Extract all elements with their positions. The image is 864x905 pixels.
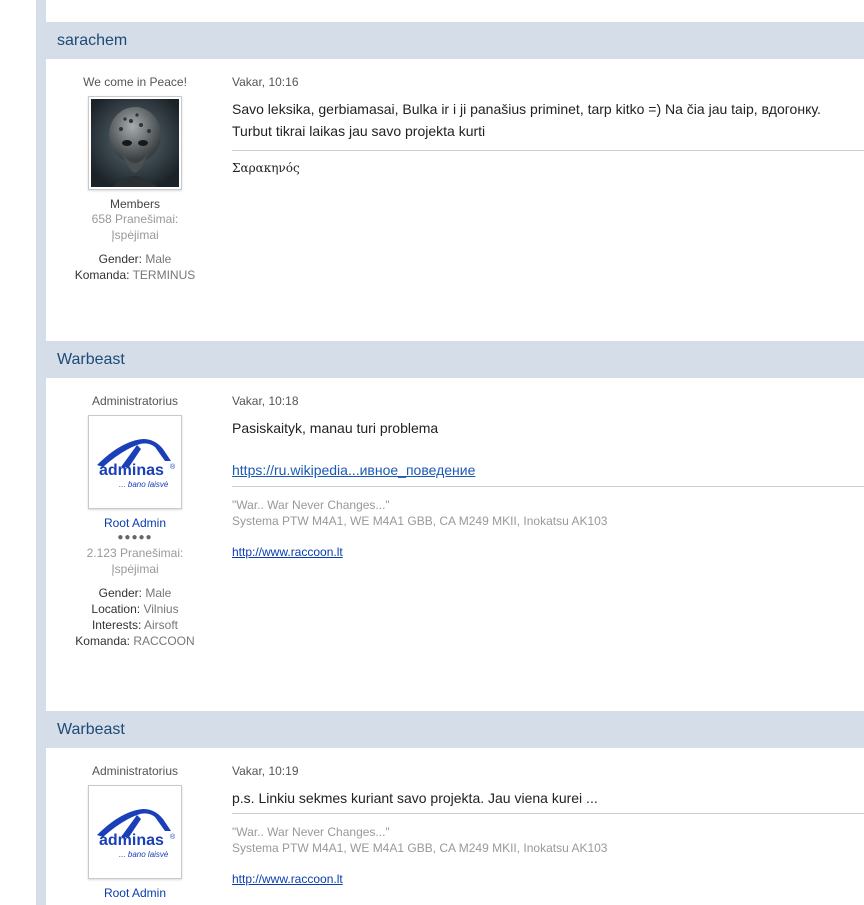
post-text: Pasiskaityk, manau turi problema xyxy=(232,420,439,436)
svg-text:®: ® xyxy=(170,463,176,471)
signature-gear: Systema PTW M4A1, WE M4A1 GBB, CA M249 M… xyxy=(232,514,608,528)
profile-field-gender: Gender: Male xyxy=(98,586,172,600)
avatar[interactable]: adminas ® ... bano laisvė xyxy=(88,415,182,509)
signature: Σαρακηνός xyxy=(232,150,864,175)
post-count: 658 Pranešimai: xyxy=(91,212,179,226)
adminas-logo-icon: adminas ® ... bano laisvė xyxy=(97,809,176,859)
left-border xyxy=(36,0,46,905)
signature: "War.. War Never Changes..." Systema PTW… xyxy=(232,486,864,559)
post: Warbeast Administratorius adminas ® ... … xyxy=(46,341,864,648)
post-content: Vakar, 10:16 Savo leksika, gerbiamasai, … xyxy=(232,59,864,175)
signature-quote: "War.. War Never Changes..." xyxy=(232,825,390,839)
profile-field-location: Location: Vilnius xyxy=(91,602,179,616)
post: Warbeast Administratorius adminas ® ... … xyxy=(46,711,864,900)
member-group: Members xyxy=(109,197,160,211)
post-header: sarachem xyxy=(46,22,864,59)
signature-text: Σαρακηνός xyxy=(232,161,300,175)
post: sarachem We come in Peace! Members 658 P… xyxy=(46,22,864,282)
svg-text:... bano laisvė: ... bano laisvė xyxy=(119,850,169,859)
adminas-logo-icon: adminas ® ... bano laisvė xyxy=(97,439,176,489)
post-count: 2.123 Pranešimai: xyxy=(86,546,184,560)
profile-field-interests: Interests: Airsoft xyxy=(91,618,179,632)
signature-gear: Systema PTW M4A1, WE M4A1 GBB, CA M249 M… xyxy=(232,841,608,855)
signature: "War.. War Never Changes..." Systema PTW… xyxy=(232,813,864,886)
author-info: Administratorius adminas ® ... bano lais… xyxy=(46,748,224,900)
post-text: Savo leksika, gerbiamasai, Bulka ir i ji… xyxy=(232,101,821,139)
topic-posts: sarachem We come in Peace! Members 658 P… xyxy=(46,0,864,905)
rank-pips: ●●●●● xyxy=(117,532,153,543)
post-date[interactable]: Vakar, 10:19 xyxy=(232,764,864,778)
member-title: Administratorius xyxy=(91,394,179,408)
member-title: Administratorius xyxy=(91,764,179,778)
svg-text:®: ® xyxy=(170,833,176,841)
author-name-link[interactable]: Warbeast xyxy=(57,351,125,369)
post-content: Vakar, 10:18 Pasiskaityk, manau turi pro… xyxy=(232,378,864,559)
post-content: Vakar, 10:19 p.s. Linkiu sekmes kuriant … xyxy=(232,748,864,886)
signature-quote: "War.. War Never Changes..." xyxy=(232,498,390,512)
signature-link[interactable]: http://www.raccoon.lt xyxy=(232,545,343,559)
signature-link[interactable]: http://www.raccoon.lt xyxy=(232,872,343,886)
author-name-link[interactable]: Warbeast xyxy=(57,721,125,739)
profile-field-gender: Gender: Male xyxy=(98,252,172,266)
alien-avatar-image xyxy=(91,99,179,187)
member-group: Root Admin xyxy=(103,886,167,900)
avatar[interactable] xyxy=(88,96,182,190)
profile-fields: Gender: Male Location: Vilnius Interests… xyxy=(46,585,224,649)
profile-field-team: Komanda: TERMINUS xyxy=(74,268,196,282)
warnings-label[interactable]: Įspėjimai xyxy=(46,227,224,243)
wikipedia-link[interactable]: https://ru.wikipedia...ивное_поведение xyxy=(232,462,475,478)
post-date[interactable]: Vakar, 10:16 xyxy=(232,75,864,89)
author-info: Administratorius adminas ® ... bano lais… xyxy=(46,378,224,649)
svg-text:... bano laisvė: ... bano laisvė xyxy=(119,480,169,489)
svg-text:adminas: adminas xyxy=(99,832,164,849)
post-text: p.s. Linkiu sekmes kuriant savo projekta… xyxy=(232,790,598,806)
left-gutter xyxy=(0,0,36,905)
profile-field-team: Komanda: RACCOON xyxy=(75,634,195,648)
author-info: We come in Peace! Members 658 Pranešimai… xyxy=(46,59,224,283)
avatar[interactable]: adminas ® ... bano laisvė xyxy=(88,785,182,879)
author-name-link[interactable]: sarachem xyxy=(57,32,127,50)
warnings-label[interactable]: Įspėjimai xyxy=(46,561,224,577)
member-title: We come in Peace! xyxy=(83,75,187,89)
post-header: Warbeast xyxy=(46,341,864,378)
member-group: Root Admin xyxy=(103,516,167,530)
post-date[interactable]: Vakar, 10:18 xyxy=(232,394,864,408)
profile-fields: Gender: Male Komanda: TERMINUS xyxy=(46,251,224,283)
post-header: Warbeast xyxy=(46,711,864,748)
svg-text:adminas: adminas xyxy=(99,462,164,479)
